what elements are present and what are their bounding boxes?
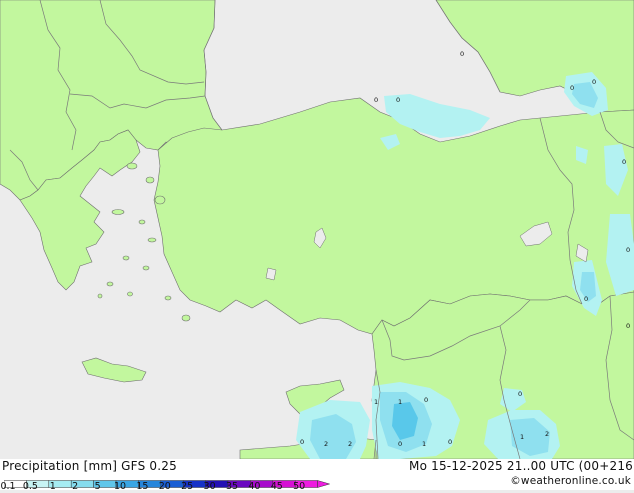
cell-value: 0 — [374, 96, 378, 104]
legend-tick-label: 1 — [49, 481, 56, 492]
cell-value: 0 — [398, 440, 402, 448]
cell-value: 2 — [545, 430, 549, 438]
legend-tick-label: 25 — [181, 481, 194, 492]
legend-tick-label: 40 — [248, 481, 261, 492]
legend-tick-label: 0.5 — [22, 481, 38, 492]
legend-tick-label: 20 — [158, 481, 171, 492]
legend-tick-label: 10 — [113, 481, 127, 492]
map-footer: Precipitation [mm] GFS 0.25 Mo 15-12-202… — [0, 459, 634, 492]
legend-tick-label: 0.1 — [0, 481, 16, 492]
cell-value: 0 — [300, 438, 304, 446]
cell-value: 2 — [324, 440, 328, 448]
legend-overflow-arrow — [317, 480, 331, 488]
legend-tick-label: 35 — [225, 481, 239, 492]
precipitation-map: 0 0 0 0 0 0 0 0 0 1 1 0 0 1 0 0 2 2 1 2 … — [0, 0, 634, 459]
cell-value: 0 — [626, 322, 630, 330]
cell-value: 0 — [460, 50, 464, 58]
map-title: Precipitation [mm] GFS 0.25 — [2, 459, 177, 473]
cell-value: 0 — [518, 390, 522, 398]
cell-value: 0 — [622, 158, 626, 166]
legend-tick-label: 50 — [293, 481, 306, 492]
cell-value: 0 — [424, 396, 428, 404]
legend-tick-label: 45 — [270, 481, 283, 492]
valid-time-label: Mo 15-12-2025 21..00 UTC (00+216 — [409, 459, 633, 473]
cell-value: 1 — [374, 398, 378, 406]
cell-value: 0 — [448, 438, 452, 446]
cell-value: 1 — [520, 433, 524, 441]
map-canvas: 0 0 0 0 0 0 0 0 0 1 1 0 0 1 0 0 2 2 1 2 … — [0, 0, 634, 459]
credit-label: ©weatheronline.co.uk — [510, 475, 631, 487]
legend-tick-label: 15 — [136, 481, 149, 492]
legend-tick-label: 30 — [203, 481, 216, 492]
cell-value: 0 — [396, 96, 400, 104]
cell-value: 1 — [398, 398, 402, 406]
cell-value: 0 — [626, 246, 630, 254]
legend-tick-label: 5 — [94, 481, 101, 492]
cell-value: 2 — [348, 440, 352, 448]
cell-value: 0 — [570, 84, 574, 92]
legend-tick-label: 2 — [72, 481, 79, 492]
cell-value: 1 — [422, 440, 426, 448]
cell-value: 0 — [592, 78, 596, 86]
cell-value: 0 — [584, 295, 588, 303]
